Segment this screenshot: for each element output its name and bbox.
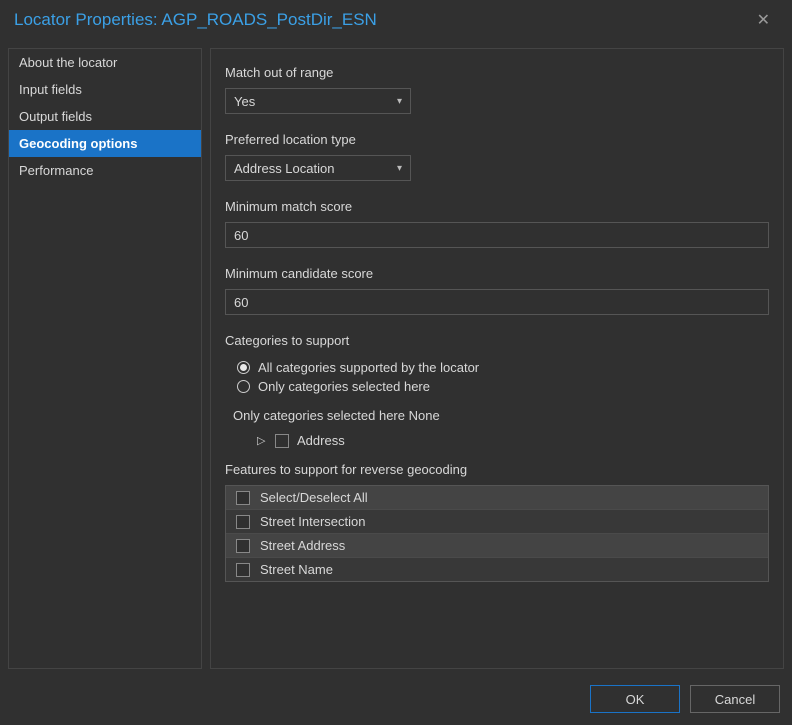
categories-label: Categories to support — [225, 333, 769, 348]
sidebar-item-performance[interactable]: Performance — [9, 157, 201, 184]
radio-all-categories[interactable]: All categories supported by the locator — [237, 358, 769, 377]
category-checkbox[interactable] — [275, 434, 289, 448]
preferred-location-type-select[interactable]: Address Location ▾ — [225, 155, 411, 181]
ok-button[interactable]: OK — [590, 685, 680, 713]
preferred-location-type-value: Address Location — [234, 161, 334, 176]
radio-all-categories-label: All categories supported by the locator — [258, 360, 479, 375]
preferred-location-type-label: Preferred location type — [225, 132, 769, 147]
sidebar-item-about[interactable]: About the locator — [9, 49, 201, 76]
main-panel: Match out of range Yes ▾ Preferred locat… — [210, 48, 784, 669]
radio-only-selected-label: Only categories selected here — [258, 379, 430, 394]
feature-checkbox[interactable] — [236, 491, 250, 505]
titlebar: Locator Properties: AGP_ROADS_PostDir_ES… — [0, 0, 792, 40]
locator-properties-dialog: Locator Properties: AGP_ROADS_PostDir_ES… — [0, 0, 792, 725]
min-candidate-score-label: Minimum candidate score — [225, 266, 769, 281]
categories-sub-label: Only categories selected here None — [233, 408, 769, 423]
feature-row-street-intersection[interactable]: Street Intersection — [226, 510, 768, 534]
reverse-features-list: Select/Deselect All Street Intersection … — [225, 485, 769, 582]
feature-checkbox[interactable] — [236, 539, 250, 553]
radio-icon — [237, 361, 250, 374]
feature-row-select-all[interactable]: Select/Deselect All — [226, 486, 768, 510]
feature-row-street-name[interactable]: Street Name — [226, 558, 768, 581]
radio-only-selected[interactable]: Only categories selected here — [237, 377, 769, 396]
sidebar-item-geocoding-options[interactable]: Geocoding options — [9, 130, 201, 157]
feature-checkbox[interactable] — [236, 515, 250, 529]
feature-row-label: Select/Deselect All — [260, 490, 368, 505]
sidebar: About the locator Input fields Output fi… — [8, 48, 202, 669]
close-icon[interactable]: ✕ — [749, 6, 778, 34]
feature-row-label: Street Intersection — [260, 514, 366, 529]
dialog-body: About the locator Input fields Output fi… — [0, 40, 792, 677]
cancel-button[interactable]: Cancel — [690, 685, 780, 713]
category-tree-row[interactable]: ▷ Address — [257, 433, 769, 448]
reverse-features-label: Features to support for reverse geocodin… — [225, 462, 769, 477]
radio-icon — [237, 380, 250, 393]
tree-expand-icon[interactable]: ▷ — [257, 434, 267, 447]
chevron-down-icon: ▾ — [397, 96, 402, 107]
category-tree-label: Address — [297, 433, 345, 448]
feature-row-label: Street Address — [260, 538, 345, 553]
match-out-of-range-select[interactable]: Yes ▾ — [225, 88, 411, 114]
match-out-of-range-label: Match out of range — [225, 65, 769, 80]
min-match-score-label: Minimum match score — [225, 199, 769, 214]
feature-row-label: Street Name — [260, 562, 333, 577]
min-candidate-score-input[interactable] — [225, 289, 769, 315]
chevron-down-icon: ▾ — [397, 163, 402, 174]
feature-row-street-address[interactable]: Street Address — [226, 534, 768, 558]
dialog-footer: OK Cancel — [0, 677, 792, 725]
match-out-of-range-value: Yes — [234, 94, 255, 109]
categories-radio-group: All categories supported by the locator … — [225, 356, 769, 402]
sidebar-item-output-fields[interactable]: Output fields — [9, 103, 201, 130]
feature-checkbox[interactable] — [236, 563, 250, 577]
min-match-score-input[interactable] — [225, 222, 769, 248]
sidebar-item-input-fields[interactable]: Input fields — [9, 76, 201, 103]
dialog-title: Locator Properties: AGP_ROADS_PostDir_ES… — [14, 10, 749, 30]
